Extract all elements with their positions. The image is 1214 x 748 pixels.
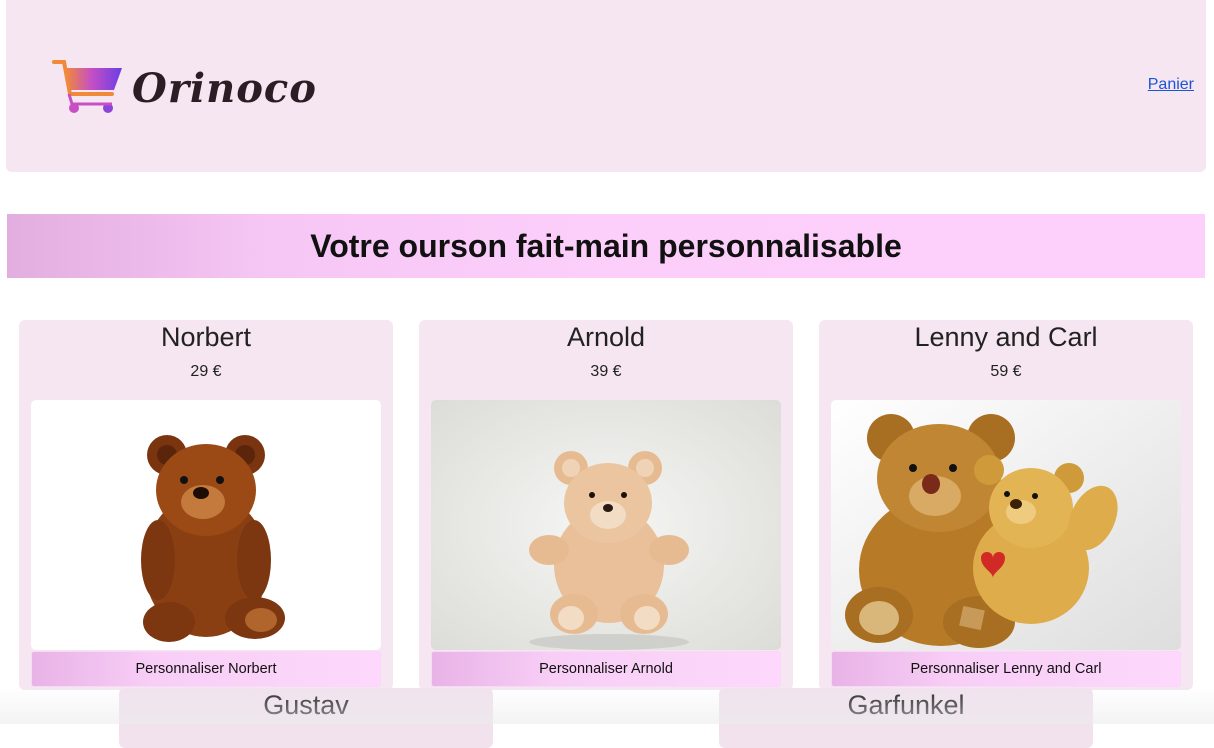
product-card: Norbert 29 € Personnaliser Norbert: [19, 320, 393, 690]
product-name: Garfunkel: [847, 690, 965, 720]
product-card: Lenny and Carl 59 € Personnaliser Lenny …: [819, 320, 1193, 690]
product-card: Gustav: [119, 688, 493, 748]
customize-button[interactable]: Personnaliser Arnold: [431, 651, 781, 687]
product-name: Lenny and Carl: [914, 322, 1098, 352]
product-card: Garfunkel: [719, 688, 1093, 748]
product-price: 29 €: [190, 363, 222, 380]
hero-banner: Votre ourson fait-main personnalisable: [7, 214, 1205, 278]
teddy-bears-illustration: [831, 400, 1181, 650]
product-price: 39 €: [590, 363, 622, 380]
shopping-cart-icon: [52, 60, 122, 113]
customize-button[interactable]: Personnaliser Lenny and Carl: [831, 651, 1181, 687]
product-card: Arnold 39 € Personnaliser Arnold: [419, 320, 793, 690]
logo-text: Orinoco: [132, 64, 317, 112]
product-image[interactable]: [431, 400, 781, 650]
teddy-bear-illustration: [431, 400, 781, 650]
product-image[interactable]: [31, 400, 381, 650]
product-name: Norbert: [160, 322, 252, 352]
site-header: Orinoco Panier: [6, 0, 1206, 172]
product-name: Gustav: [263, 690, 349, 720]
product-name: Arnold: [566, 322, 646, 352]
site-logo[interactable]: Orinoco: [52, 58, 317, 118]
product-image[interactable]: [831, 400, 1181, 650]
teddy-bear-illustration: [31, 400, 381, 650]
customize-button[interactable]: Personnaliser Norbert: [31, 651, 381, 687]
banner-title: Votre ourson fait-main personnalisable: [310, 227, 902, 264]
cart-link[interactable]: Panier: [1148, 76, 1194, 94]
product-price: 59 €: [990, 363, 1022, 380]
